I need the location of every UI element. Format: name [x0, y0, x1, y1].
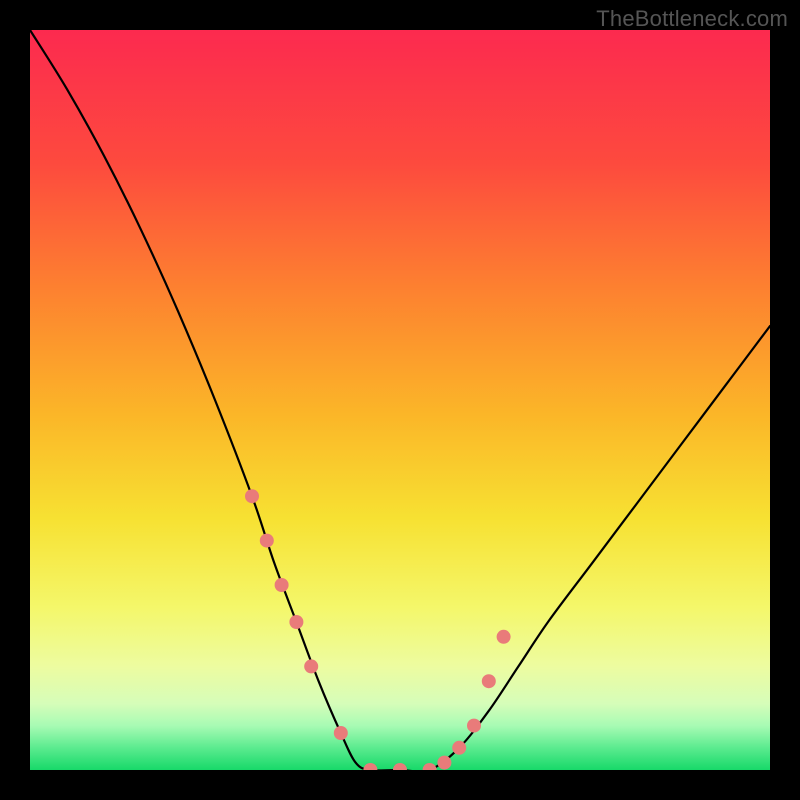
marker-dot	[452, 741, 466, 755]
marker-dot	[497, 630, 511, 644]
bottleneck-curve	[30, 30, 770, 770]
chart-root: TheBottleneck.com	[0, 0, 800, 800]
curve-layer	[30, 30, 770, 770]
marker-dot	[423, 763, 437, 770]
marker-dot	[245, 489, 259, 503]
marker-dot	[275, 578, 289, 592]
marker-dot	[393, 763, 407, 770]
marker-dot	[304, 659, 318, 673]
marker-dot	[260, 534, 274, 548]
marker-dot	[467, 719, 481, 733]
plot-area	[30, 30, 770, 770]
marker-dot	[334, 726, 348, 740]
watermark-text: TheBottleneck.com	[596, 6, 788, 32]
marker-dot	[437, 756, 451, 770]
marker-dot	[363, 763, 377, 770]
highlight-dots	[245, 489, 511, 770]
marker-dot	[289, 615, 303, 629]
marker-dot	[482, 674, 496, 688]
